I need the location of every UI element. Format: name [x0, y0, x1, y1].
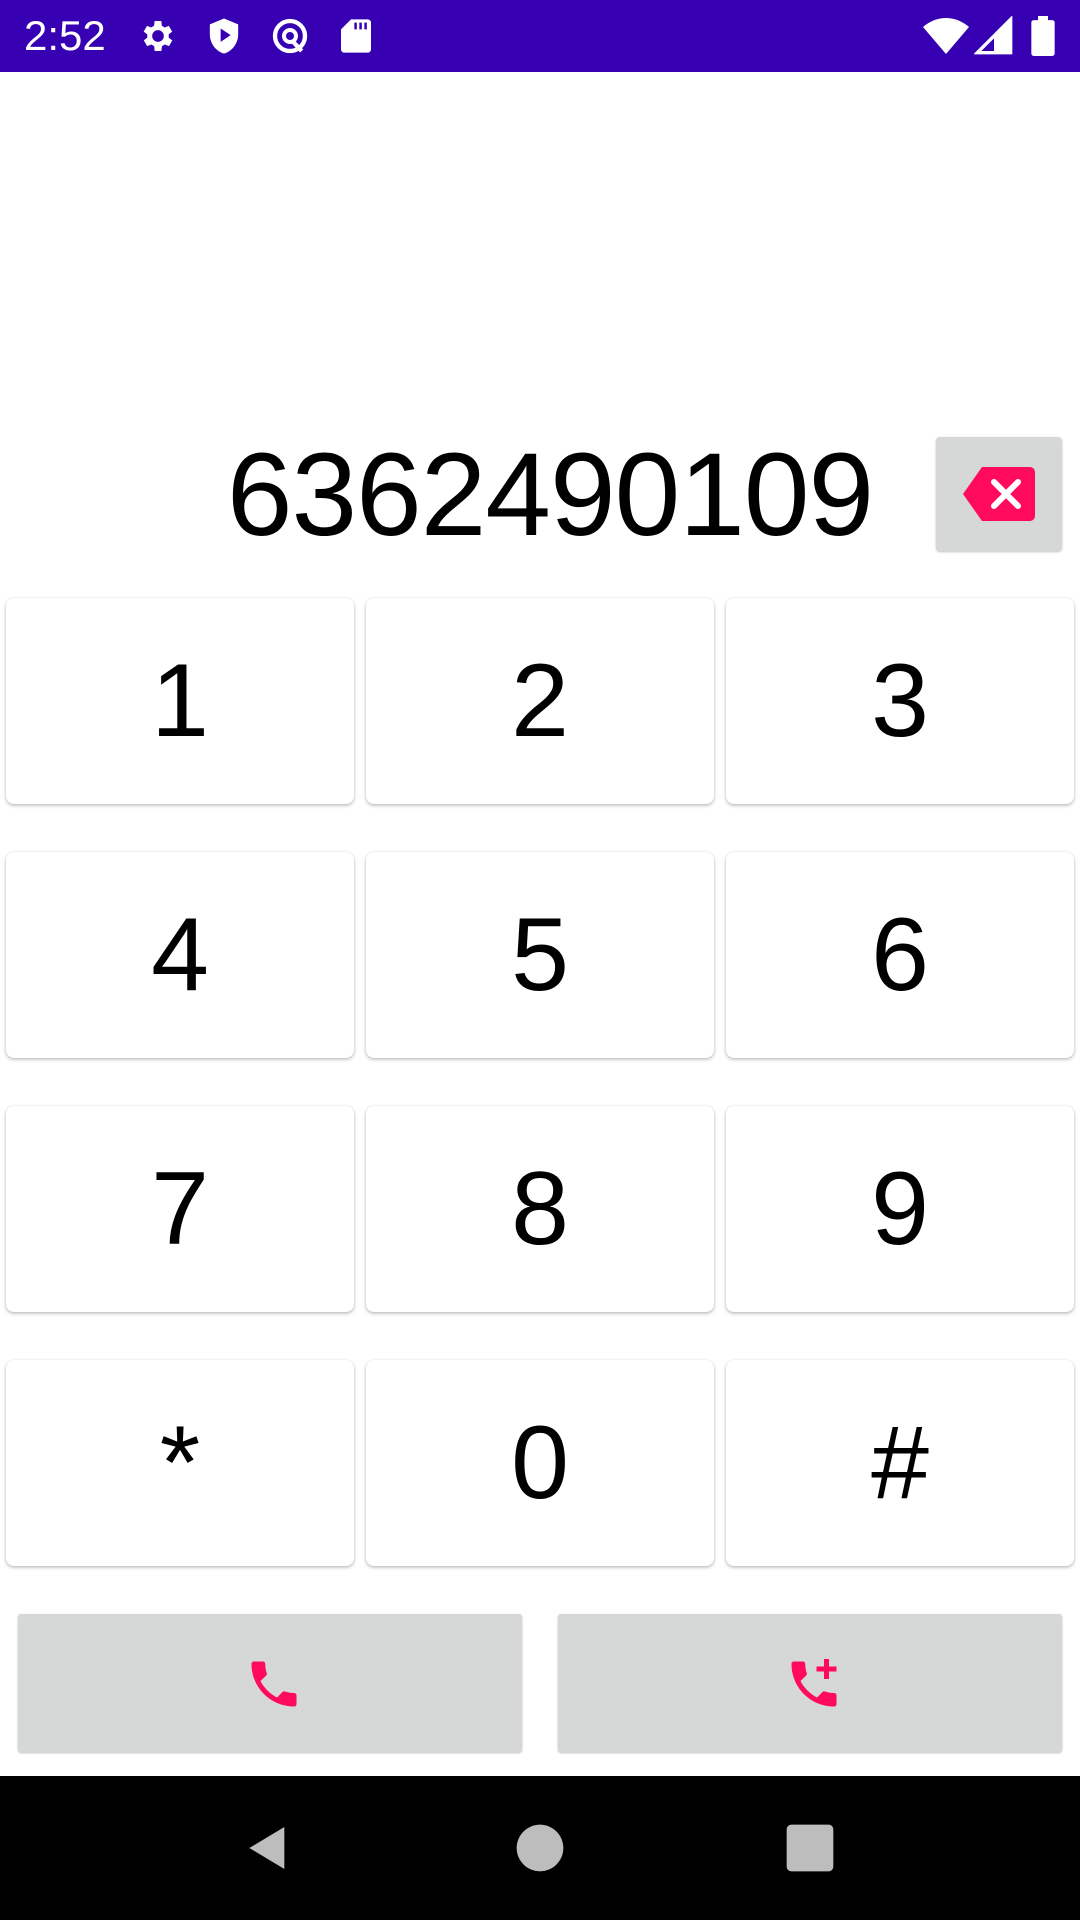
battery-icon [1030, 16, 1056, 56]
recents-icon [786, 1824, 834, 1872]
key-8[interactable]: 8 [366, 1106, 714, 1312]
wifi-icon [922, 16, 970, 56]
key-star[interactable]: * [6, 1360, 354, 1566]
status-time: 2:52 [24, 12, 106, 59]
backspace-button[interactable] [936, 437, 1062, 551]
back-icon [249, 1827, 285, 1869]
key-9[interactable]: 9 [726, 1106, 1074, 1312]
key-5[interactable]: 5 [366, 852, 714, 1058]
key-6[interactable]: 6 [726, 852, 1074, 1058]
key-0[interactable]: 0 [366, 1360, 714, 1566]
recents-button[interactable] [750, 1776, 870, 1920]
backspace-icon [963, 467, 1035, 521]
home-icon [516, 1824, 564, 1872]
key-7[interactable]: 7 [6, 1106, 354, 1312]
shield-play-icon [204, 16, 244, 56]
sd-card-icon [336, 16, 376, 56]
at-sign-icon [270, 16, 310, 56]
phone-icon [251, 1661, 297, 1707]
back-button[interactable] [208, 1776, 328, 1920]
signal-icon [974, 16, 1014, 56]
key-2[interactable]: 2 [366, 598, 714, 804]
phone-number-display: 6362490109 [226, 429, 874, 561]
key-hash[interactable]: # [726, 1360, 1074, 1566]
navigation-bar [0, 1776, 1080, 1920]
phone-add-icon [791, 1659, 837, 1707]
key-3[interactable]: 3 [726, 598, 1074, 804]
key-4[interactable]: 4 [6, 852, 354, 1058]
settings-icon [138, 16, 178, 56]
call-button[interactable] [18, 1614, 522, 1752]
key-1[interactable]: 1 [6, 598, 354, 804]
home-button[interactable] [480, 1776, 600, 1920]
status-bar: 2:52 [0, 0, 1080, 72]
add-call-button[interactable] [558, 1614, 1062, 1752]
